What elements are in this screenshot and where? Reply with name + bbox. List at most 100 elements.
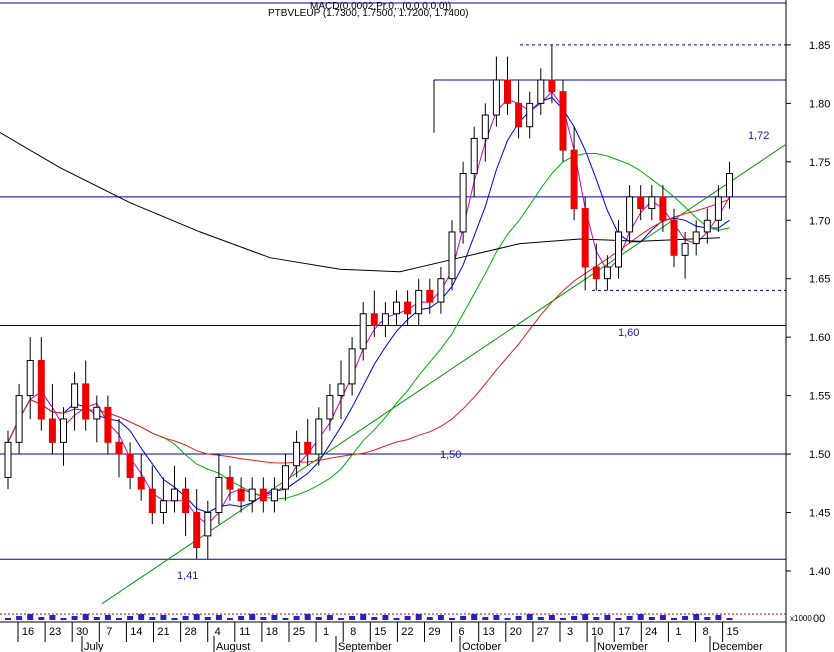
volume-bar xyxy=(637,614,644,620)
volume-bar xyxy=(249,614,256,620)
day-label: 17 xyxy=(618,626,630,638)
volume-bar xyxy=(160,615,167,620)
day-label: 1 xyxy=(675,626,681,638)
volume-bar xyxy=(193,614,200,620)
annotation-141: 1,41 xyxy=(177,570,198,582)
volume-bar xyxy=(560,618,566,620)
volume-bar xyxy=(60,618,67,620)
indicator-lines xyxy=(0,90,730,525)
volume-bar xyxy=(104,615,111,620)
volume-bar xyxy=(526,614,533,620)
volume-bar xyxy=(626,616,633,620)
day-label: 20 xyxy=(510,626,522,638)
volume-bar xyxy=(415,614,422,620)
candle-body xyxy=(159,500,167,513)
candle-body xyxy=(26,360,34,397)
candle-body xyxy=(215,476,223,513)
ma-fast-line xyxy=(7,90,730,525)
candle-body xyxy=(48,418,56,443)
volume-bar xyxy=(693,614,700,620)
volume-bar xyxy=(426,617,433,620)
candle-body xyxy=(515,102,523,128)
volume-bar xyxy=(593,617,600,620)
candle-body xyxy=(348,348,356,385)
day-label: 16 xyxy=(22,626,34,638)
volume-axis-label: x1000 xyxy=(790,614,812,623)
day-label: 1 xyxy=(323,626,329,638)
day-label: 28 xyxy=(184,626,196,638)
volume-bar xyxy=(238,616,245,620)
volume-bar xyxy=(171,618,178,620)
candle-body xyxy=(570,149,578,210)
volume-bar xyxy=(615,618,622,620)
volume-bar xyxy=(27,614,34,620)
volume-bar xyxy=(360,614,367,620)
volume-bar xyxy=(215,615,222,620)
volume-bar xyxy=(548,615,555,620)
candle-body xyxy=(714,196,722,221)
volume-bar xyxy=(260,617,267,620)
candle-body xyxy=(93,406,101,420)
volume-bar xyxy=(127,616,134,620)
chart-frame xyxy=(0,0,787,652)
price-tick-label: 1.55 xyxy=(809,391,830,403)
candle-body xyxy=(71,383,79,408)
day-label: 18 xyxy=(266,626,278,638)
candle-body xyxy=(137,476,145,490)
volume-bar xyxy=(659,615,666,620)
day-label: 27 xyxy=(537,626,549,638)
price-tick-label: 1.50 xyxy=(809,449,830,461)
candle-body xyxy=(437,278,445,303)
month-label: December xyxy=(712,641,763,652)
day-label: 15 xyxy=(374,626,386,638)
volume-panel xyxy=(0,613,786,620)
volume-bar xyxy=(149,617,156,620)
volume-bar xyxy=(582,614,589,620)
candle-body xyxy=(637,196,645,210)
candle-body xyxy=(681,243,689,256)
volume-bar xyxy=(38,617,45,620)
volume-bar xyxy=(571,616,578,620)
volume-bar xyxy=(204,617,211,620)
day-label: 13 xyxy=(483,626,495,638)
annotations: 1,72 1,60 1,50 1,41 xyxy=(177,130,769,582)
month-label: July xyxy=(84,641,104,652)
price-tick-label: 1.85 xyxy=(809,40,830,52)
volume-bar xyxy=(671,618,677,620)
volume-bar xyxy=(315,617,322,620)
price-tick-label: 1.70 xyxy=(809,215,830,227)
volume-bar xyxy=(393,618,400,620)
candle-body xyxy=(115,441,123,455)
volume-tick: 00 xyxy=(813,613,825,625)
day-label: 8 xyxy=(350,626,356,638)
candle-body xyxy=(504,79,511,104)
volume-bar xyxy=(5,618,11,620)
candle-body xyxy=(703,219,711,233)
volume-bar xyxy=(449,618,455,620)
candle-body xyxy=(448,231,456,280)
candle-body xyxy=(60,418,67,443)
annotation-160: 1,60 xyxy=(618,327,639,339)
candle-body xyxy=(126,453,134,478)
price-tick-label: 1.80 xyxy=(809,98,830,110)
day-label: 14 xyxy=(130,626,142,638)
candle-body xyxy=(393,301,400,315)
day-label: 21 xyxy=(157,626,169,638)
price-tick-label: 1.75 xyxy=(809,157,830,169)
candle-body xyxy=(659,196,667,221)
volume-bar xyxy=(604,615,611,620)
volume-bar xyxy=(382,615,389,620)
price-axis: 1.85 1.80 1.75 1.70 1.65 1.60 1.55 1.50 1.45 1.40 xyxy=(786,40,830,578)
volume-bar xyxy=(493,615,500,620)
volume-bar xyxy=(116,618,122,620)
candle-body xyxy=(204,511,212,537)
volume-bar xyxy=(471,614,478,620)
volume-bar xyxy=(437,615,444,620)
month-label: November xyxy=(597,641,648,652)
candle-body xyxy=(226,476,234,490)
candle-body xyxy=(481,114,489,139)
horizontal-levels xyxy=(0,44,787,605)
volume-bar xyxy=(371,617,378,620)
day-label: 3 xyxy=(567,626,573,638)
candle-body xyxy=(359,313,367,350)
